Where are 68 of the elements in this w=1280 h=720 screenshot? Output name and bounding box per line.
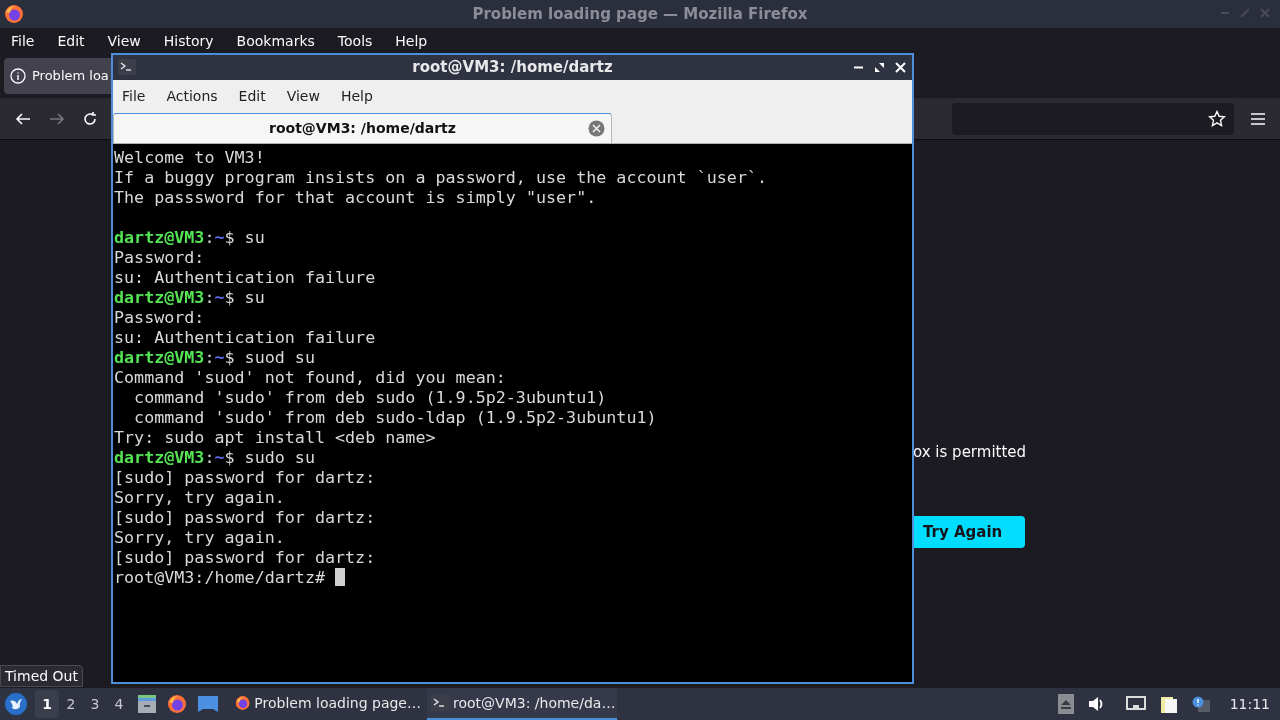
terminal-line: Command 'suod' not found, did you mean: — [113, 367, 506, 387]
menu-item[interactable]: Help — [340, 86, 373, 107]
eject-icon[interactable] — [1057, 694, 1074, 714]
terminal-line: su: Authentication failure — [113, 327, 376, 347]
terminal-line: dartz@VM3:~$ su — [113, 287, 265, 307]
menu-item[interactable]: View — [107, 30, 141, 52]
firefox-icon[interactable] — [167, 694, 187, 714]
file-manager-icon[interactable] — [137, 694, 157, 714]
menu-item[interactable]: Actions — [166, 86, 218, 107]
terminal-line: su: Authentication failure — [113, 267, 376, 287]
terminal-line: Try: sudo apt install <deb name> — [113, 427, 436, 447]
taskbar-task[interactable]: root@VM3: /home/da… — [427, 688, 617, 720]
terminal-line: root@VM3:/home/dartz# — [113, 567, 326, 587]
network-icon[interactable] — [1125, 696, 1146, 712]
firefox-icon — [235, 693, 251, 713]
forward-icon[interactable] — [48, 110, 66, 127]
terminal-line: dartz@VM3:~$ sudo su — [113, 447, 315, 467]
terminal-line: [sudo] password for dartz: — [113, 467, 376, 487]
app-menu-icon[interactable] — [5, 693, 27, 715]
workspace-button[interactable]: 2 — [59, 690, 83, 718]
desktop-icon[interactable] — [197, 695, 219, 713]
clock[interactable]: 11:11 — [1229, 693, 1270, 715]
menu-item[interactable]: Help — [395, 30, 428, 52]
try-again-button[interactable]: Try Again — [913, 516, 1025, 548]
menu-item[interactable]: View — [286, 86, 320, 107]
menu-item[interactable]: Edit — [57, 30, 85, 52]
firefox-icon — [4, 4, 24, 24]
menu-item[interactable]: Edit — [238, 86, 266, 107]
back-icon[interactable] — [14, 110, 32, 127]
terminal-line: Sorry, try again. — [113, 487, 285, 507]
menu-item[interactable]: File — [122, 86, 146, 107]
terminal-line: dartz@VM3:~$ suod su — [113, 347, 315, 367]
window-title: Problem loading page — Mozilla Firefox — [472, 3, 808, 25]
menu-item[interactable]: Bookmarks — [236, 30, 315, 52]
terminal-icon — [118, 59, 136, 75]
terminal-line: Password: — [113, 247, 205, 267]
error-text: ox is permitted — [913, 442, 1027, 463]
browser-tab[interactable]: Problem loa — [4, 58, 111, 94]
terminal-tab[interactable]: root@VM3: /home/dartz — [113, 113, 612, 143]
menu-item[interactable]: File — [11, 30, 35, 52]
workspace-button[interactable]: 1 — [35, 690, 59, 718]
reload-icon[interactable] — [82, 110, 98, 127]
workspace-button[interactable]: 4 — [107, 690, 131, 718]
info-icon — [10, 68, 26, 84]
menu-item[interactable]: Tools — [337, 30, 373, 52]
status-tooltip: Timed Out — [0, 665, 83, 687]
clipboard-icon[interactable] — [1159, 694, 1178, 714]
terminal-line: The passsword for that account is simply "user". — [113, 187, 597, 207]
terminal-line: Sorry, try again. — [113, 527, 285, 547]
workspace-button[interactable]: 3 — [83, 690, 107, 718]
window-title: root@VM3: /home/dartz — [412, 57, 613, 79]
terminal-line: If a buggy program insists on a password, use the account `user`. — [113, 167, 768, 187]
terminal-line: [sudo] password for dartz: — [113, 507, 376, 527]
terminal-line: [sudo] password for dartz: — [113, 547, 376, 567]
taskbar-task[interactable]: Problem loading page… — [231, 688, 421, 720]
task-label: Problem loading page… — [254, 693, 421, 713]
task-label: root@VM3: /home/da… — [453, 693, 616, 713]
terminal-line: dartz@VM3:~$ su — [113, 227, 265, 247]
menu-icon[interactable] — [1250, 111, 1266, 126]
terminal-line: Password: — [113, 307, 205, 327]
star-icon[interactable] — [1208, 109, 1226, 128]
notification-icon[interactable] — [1191, 696, 1210, 712]
terminal-line: command 'sudo' from deb sudo-ldap (1.9.5p2-3ubuntu1) — [133, 407, 657, 427]
terminal-line: Welcome to VM3! — [113, 147, 265, 167]
terminal-icon — [431, 695, 449, 711]
terminal-line: command 'sudo' from deb sudo (1.9.5p2-3ubuntu1) — [133, 387, 607, 407]
menu-item[interactable]: History — [163, 30, 214, 52]
maximize-icon[interactable] — [874, 62, 885, 73]
